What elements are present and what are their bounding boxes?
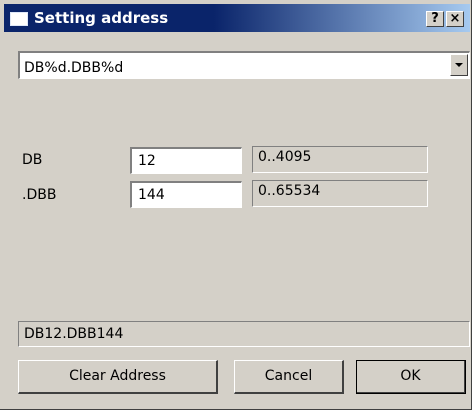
address-format-select[interactable]: DB%d.DBB%d — [18, 51, 470, 79]
dbb-input[interactable]: 144 — [130, 181, 242, 208]
dbb-label: .DBB — [22, 187, 57, 203]
result-address-field: DB12.DBB144 — [18, 321, 470, 347]
title-bar[interactable]: Setting address ? × — [4, 4, 470, 32]
clear-address-button[interactable]: Clear Address — [18, 360, 218, 394]
db-range: 0..4095 — [252, 146, 428, 173]
ok-button[interactable]: OK — [356, 360, 466, 394]
dbb-input-value: 144 — [138, 187, 165, 203]
address-format-value: DB%d.DBB%d — [24, 60, 124, 76]
dialog-title: Setting address — [34, 9, 169, 27]
db-label: DB — [22, 152, 43, 168]
dialog-window: Setting address ? × DB%d.DBB%d DB 12 0..… — [0, 0, 472, 410]
cancel-button[interactable]: Cancel — [234, 360, 344, 394]
chevron-down-icon[interactable] — [450, 54, 468, 76]
db-input[interactable]: 12 — [130, 147, 242, 174]
dbb-range: 0..65534 — [252, 180, 428, 207]
dbb-range-text: 0..65534 — [258, 183, 321, 199]
db-range-text: 0..4095 — [258, 149, 312, 165]
window-icon — [10, 12, 28, 26]
help-button[interactable]: ? — [426, 11, 444, 27]
close-button[interactable]: × — [446, 11, 464, 27]
db-input-value: 12 — [138, 153, 156, 169]
result-address-text: DB12.DBB144 — [24, 326, 124, 342]
